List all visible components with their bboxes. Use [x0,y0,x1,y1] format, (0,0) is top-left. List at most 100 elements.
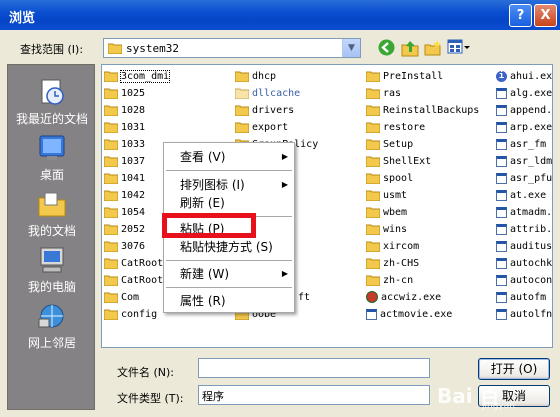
folder-icon [103,275,119,286]
list-item[interactable]: 1054 [103,205,145,220]
list-item[interactable]: ReinstallBackups [365,103,479,118]
up-folder-icon[interactable] [401,39,419,57]
application-icon [496,291,507,303]
list-item[interactable]: spool [365,171,413,186]
file-name: ft [298,292,311,303]
close-button[interactable]: X [534,4,557,27]
menu-item-refresh[interactable]: 刷新 (E) [164,194,294,212]
list-item[interactable]: asr_pfu [496,171,552,186]
place-my-documents[interactable]: 我的文档 [8,189,96,239]
list-item[interactable]: zh-CHS [365,256,419,271]
menu-item-label: 粘贴快捷方式 (S) [180,240,273,254]
new-folder-icon[interactable] [424,39,442,57]
menu-item-view[interactable]: 查看 (V) ▶ [164,148,294,166]
chevron-down-icon[interactable]: ▼ [342,39,360,57]
list-item[interactable]: CatRoot [103,256,163,271]
list-item[interactable]: ShellExt [365,154,431,169]
application-icon [496,257,507,269]
menu-separator [166,287,292,288]
list-item[interactable]: autocon [496,273,552,288]
place-network[interactable]: 网上邻居 [8,301,96,351]
look-in-combo[interactable]: system32 ▼ [103,38,361,58]
place-recent-documents[interactable]: 我最近的文档 [8,77,96,127]
file-name: 1042 [121,190,146,201]
folder-icon [103,241,119,252]
list-item[interactable]: 1037 [103,154,145,169]
folder-icon [365,105,381,116]
filename-input[interactable] [198,358,430,378]
filetype-value: 程序 [202,390,224,403]
list-item[interactable]: 1033 [103,137,145,152]
list-item[interactable]: Com [103,290,139,305]
file-name: restore [383,122,426,133]
list-item[interactable]: 1041 [103,171,145,186]
list-item[interactable]: wins [365,222,407,237]
application-icon [496,308,507,320]
file-name: attrib. [510,224,553,235]
list-item[interactable]: autochk [496,256,552,271]
open-button[interactable]: 打开 (O) [478,358,550,380]
back-icon[interactable] [377,39,395,57]
list-item[interactable]: 2052 [103,222,145,237]
file-name: CatRoot [121,275,164,286]
list-item[interactable]: dllcache [234,86,300,101]
file-name: 1031 [121,122,146,133]
list-item[interactable]: asr_ldm [496,154,552,169]
list-item[interactable]: PreInstall [365,69,443,84]
list-item[interactable]: 1042 [103,188,146,203]
place-my-computer[interactable]: 我的电脑 [8,245,96,295]
menu-item-paste-shortcut[interactable]: 粘贴快捷方式 (S) [164,238,294,256]
list-item[interactable]: CatRoot [103,273,164,288]
list-item[interactable]: ras [365,86,401,101]
list-item[interactable]: append. [496,103,552,118]
list-item[interactable]: autofm [496,290,546,305]
list-item[interactable]: config [103,307,157,322]
folder-icon [365,241,381,252]
list-item[interactable]: 3076 [103,239,145,254]
list-item[interactable]: attrib. [496,222,552,237]
list-item[interactable]: Setup [365,137,413,152]
list-item[interactable]: usmt [365,188,407,203]
views-menu-icon[interactable] [447,39,471,57]
title-bar[interactable]: 浏览 ? X [0,0,560,30]
place-label: 我的电脑 [27,280,76,294]
list-item[interactable]: 1031 [103,120,146,135]
list-item[interactable]: ft [298,290,310,305]
list-item[interactable]: arp.exe [496,120,552,135]
list-item[interactable]: 3com_dmi [103,69,171,84]
menu-item-properties[interactable]: 属性 (R) [164,292,294,310]
list-item[interactable]: 1025 [103,86,145,101]
menu-item-arrange-icons[interactable]: 排列图标 (I) ▶ [164,176,294,194]
place-desktop[interactable]: 桌面 [8,133,96,183]
list-item[interactable]: drivers [234,103,294,118]
menu-item-new[interactable]: 新建 (W) ▶ [164,265,294,283]
application-icon [496,223,507,235]
list-item[interactable]: asr_fm [496,137,546,152]
list-item[interactable]: wbem [365,205,407,220]
list-item[interactable]: actmovie.exe [366,307,452,322]
list-item[interactable]: zh-cn [365,273,413,288]
list-item[interactable]: i ahui.ex [496,69,552,84]
list-item[interactable]: xircom [365,239,419,254]
list-item[interactable]: export [234,120,288,135]
browse-dialog: 浏览 ? X 查找范围 (I): system32 ▼ 我最近的文档 桌面 我的… [0,0,560,417]
list-item[interactable]: accwiz.exe [366,290,441,305]
list-item[interactable]: 1028 [103,103,145,118]
file-name: autofm [510,292,547,303]
list-item[interactable]: restore [365,120,426,135]
list-item[interactable]: autolfn [496,307,552,322]
folder-icon [365,156,381,167]
recent-documents-icon [41,79,64,105]
filetype-select[interactable]: 程序 [198,385,430,405]
list-item[interactable]: atmadm. [496,205,552,220]
file-name: append. [510,105,553,116]
list-item[interactable]: dhcp [234,69,276,84]
help-button[interactable]: ? [509,4,532,27]
list-item[interactable]: alg.exe [496,86,552,101]
application-icon [496,138,507,150]
list-item[interactable]: auditus [496,239,552,254]
menu-item-label: 查看 (V) [180,150,226,164]
list-item[interactable]: at.exe [496,188,546,203]
file-name: alg.exe [510,88,553,99]
application-icon [366,308,377,320]
